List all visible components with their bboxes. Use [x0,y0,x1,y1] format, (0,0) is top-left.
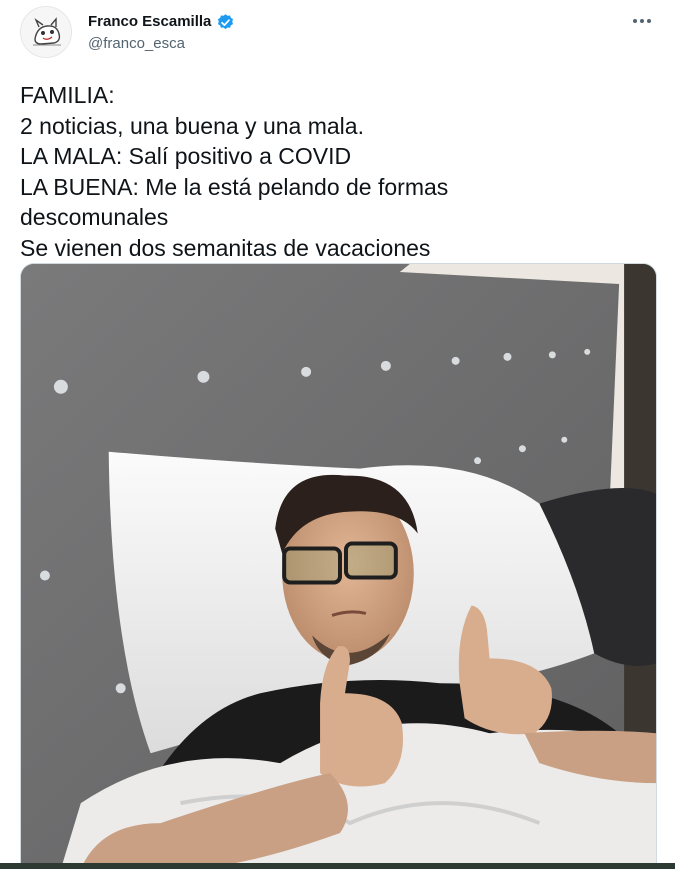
tweet: Franco Escamilla @franco_esca FAMILIA: 2… [0,0,675,869]
avatar-drawing-icon [21,7,71,57]
tweet-text-line: FAMILIA: [20,82,115,108]
author-display-name[interactable]: Franco Escamilla [88,12,211,32]
verified-badge-icon [218,13,234,29]
tweet-text-line: LA MALA: Salí positivo a COVID [20,143,352,169]
more-options-button[interactable] [629,8,655,34]
tweet-text-line: LA BUENA: Me la está pelando de formas [20,173,449,200]
tweet-photo[interactable] [20,263,657,869]
tweet-text: FAMILIA: 2 noticias, una buena y una mal… [20,80,660,263]
tweet-text-line: Se vienen dos semanitas de vacaciones [20,234,431,261]
bottom-bar [0,863,675,869]
more-horizontal-icon [633,19,651,23]
author-name-row[interactable]: Franco Escamilla [88,12,235,32]
avatar[interactable] [20,6,72,58]
photo-bed-selfie [21,264,656,869]
tweet-text-line: descomunales [20,204,169,230]
tweet-header: Franco Escamilla @franco_esca [20,6,655,60]
tweet-text-line: 2 noticias, una buena y una mala. [20,112,364,139]
author-handle[interactable]: @franco_esca [88,34,185,54]
